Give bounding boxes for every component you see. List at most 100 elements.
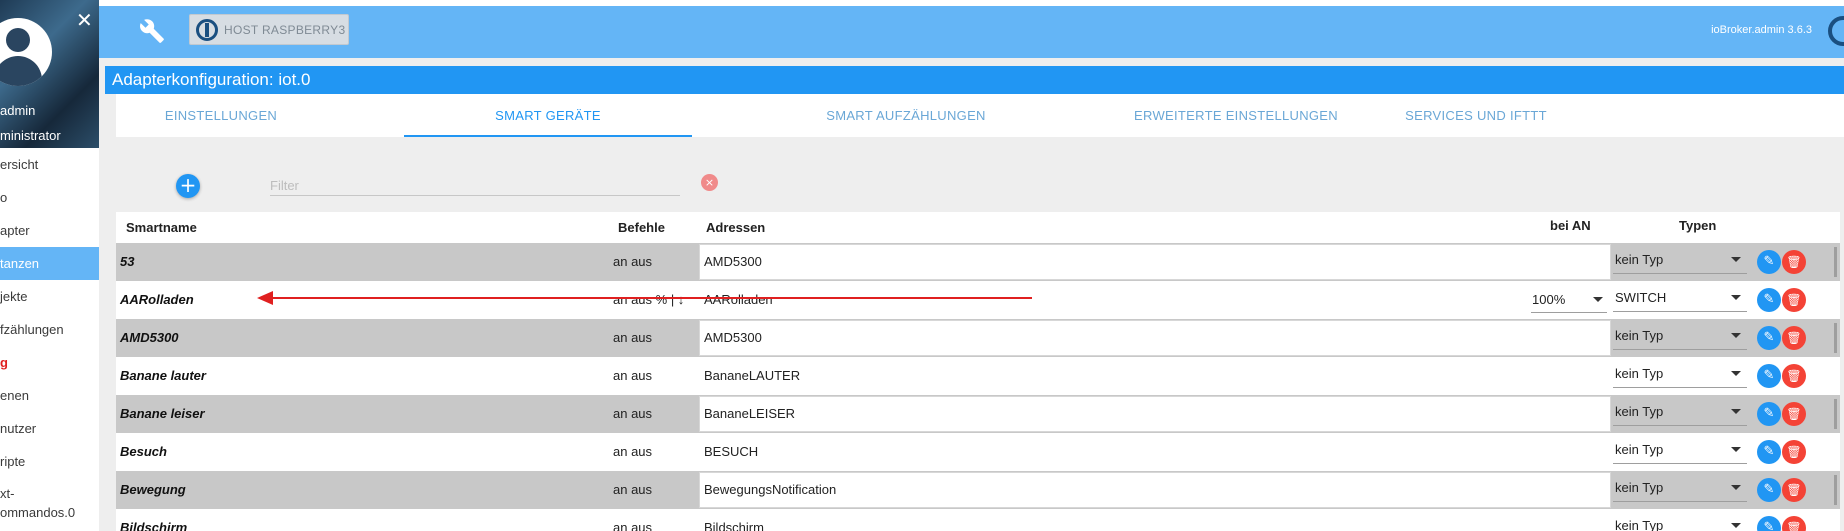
sidebar-item-info[interactable]: o	[0, 181, 99, 214]
address-field[interactable]	[699, 244, 1611, 280]
tab-services-ifttt[interactable]: SERVICES UND IFTTT	[1326, 94, 1626, 137]
sidebar-item-enums[interactable]: fzählungen	[0, 313, 99, 346]
chevron-down-icon	[1593, 297, 1603, 302]
delete-icon[interactable]: 🗑	[1782, 478, 1806, 502]
commands-cell: an aus	[613, 254, 653, 269]
header-bei-an[interactable]: bei AN	[1550, 218, 1591, 233]
delete-icon[interactable]: 🗑	[1782, 288, 1806, 312]
tab-smart-geraete[interactable]: SMART GERÄTE	[404, 94, 692, 137]
type-select[interactable]: kein Typ	[1613, 246, 1747, 274]
sidebar-item-adapters[interactable]: apter	[0, 214, 99, 247]
edit-icon[interactable]: ✎	[1757, 516, 1781, 531]
header-typen[interactable]: Typen	[1679, 218, 1716, 233]
smartname-cell: Banane lauter	[120, 368, 206, 383]
edit-icon[interactable]: ✎	[1757, 440, 1781, 464]
table-row[interactable]: Banane lauter an aus BananeLAUTER kein Typ ✎…	[116, 357, 1840, 395]
header-smartname[interactable]: Smartname	[126, 220, 197, 235]
table-row[interactable]: AMD5300 an aus AMD5300 kein Typ ✎ 🗑	[116, 319, 1840, 357]
delete-icon[interactable]: 🗑	[1782, 250, 1806, 274]
address-field[interactable]	[699, 320, 1611, 356]
tab-einstellungen[interactable]: EINSTELLUNGEN	[136, 94, 306, 137]
sidebar-menu: ersicht o apter tanzen jekte fzählungen …	[0, 148, 99, 528]
edit-icon[interactable]: ✎	[1757, 402, 1781, 426]
delete-icon[interactable]: 🗑	[1782, 440, 1806, 464]
avatar-head	[6, 28, 30, 52]
type-value: SWITCH	[1615, 290, 1667, 305]
type-select[interactable]: kein Typ	[1613, 322, 1747, 350]
filter-input[interactable]	[270, 176, 680, 196]
edit-icon[interactable]: ✎	[1757, 288, 1781, 312]
sidebar-item-overview[interactable]: ersicht	[0, 148, 99, 181]
edit-icon[interactable]: ✎	[1757, 326, 1781, 350]
smartname-cell: Besuch	[120, 444, 167, 459]
on-value: 100%	[1532, 292, 1566, 307]
table-row[interactable]: Bildschirm an aus Bildschirm kein Typ ✎ 🗑	[116, 509, 1840, 531]
address-field[interactable]	[699, 434, 1611, 470]
wrench-icon[interactable]	[139, 18, 165, 44]
close-icon[interactable]: ✕	[76, 10, 93, 30]
sidebar: ✕ admin ministrator ersicht o apter tanz…	[0, 0, 99, 531]
tab-smart-aufzaehlungen[interactable]: SMART AUFZÄHLUNGEN	[756, 94, 1056, 137]
edit-icon[interactable]: ✎	[1757, 250, 1781, 274]
commands-cell: an aus	[613, 330, 653, 345]
address-field[interactable]	[699, 358, 1611, 394]
avatar[interactable]	[0, 18, 52, 86]
sidebar-item-scripts[interactable]: ripte	[0, 445, 99, 478]
sidebar-item-users[interactable]: nutzer	[0, 412, 99, 445]
commands-cell: an aus	[613, 520, 653, 531]
type-select[interactable]: SWITCH	[1613, 284, 1747, 312]
sidebar-item-log[interactable]: g	[0, 346, 99, 379]
chevron-down-icon	[1731, 409, 1741, 414]
row-scroll-edge	[1834, 323, 1837, 353]
smartname-cell: AMD5300	[120, 330, 179, 345]
sidebar-item-text-commands[interactable]: xt- ommandos.0	[0, 478, 99, 528]
clear-filter-button[interactable]: ×	[701, 174, 718, 191]
header-adressen[interactable]: Adressen	[706, 220, 765, 235]
type-select[interactable]: kein Typ	[1613, 436, 1747, 464]
version-label: ioBroker.admin 3.6.3	[1711, 24, 1812, 36]
host-button[interactable]: HOST RASPBERRY3	[189, 14, 349, 45]
type-value: kein Typ	[1615, 252, 1664, 267]
address-cell: BananeLEISER	[704, 406, 796, 421]
commands-cell: an aus	[613, 406, 653, 421]
address-cell: BananeLAUTER	[704, 368, 801, 383]
user-role: ministrator	[0, 128, 61, 143]
delete-icon[interactable]: 🗑	[1782, 326, 1806, 350]
sidebar-item-instances[interactable]: tanzen	[0, 247, 99, 280]
chevron-down-icon	[1731, 485, 1741, 490]
chevron-down-icon	[1731, 295, 1741, 300]
row-scroll-edge	[1834, 399, 1837, 429]
chevron-down-icon	[1731, 447, 1741, 452]
delete-icon[interactable]: 🗑	[1782, 364, 1806, 388]
address-field[interactable]	[699, 396, 1611, 432]
table-row[interactable]: 53 an aus AMD5300 kein Typ ✎ 🗑	[116, 243, 1840, 281]
chevron-down-icon	[1731, 371, 1741, 376]
add-device-button[interactable]: +	[176, 174, 200, 198]
smartname-cell: Bewegung	[120, 482, 186, 497]
sidebar-item-objects[interactable]: jekte	[0, 280, 99, 313]
page-title: Adapterkonfiguration: iot.0	[105, 66, 1844, 94]
type-value: kein Typ	[1615, 404, 1664, 419]
type-select[interactable]: kein Typ	[1613, 474, 1747, 502]
user-name: admin	[0, 103, 36, 118]
edit-icon[interactable]: ✎	[1757, 364, 1781, 388]
delete-icon[interactable]: 🗑	[1782, 516, 1806, 531]
sidebar-item-scenes[interactable]: enen	[0, 379, 99, 412]
table-row[interactable]: Besuch an aus BESUCH kein Typ ✎ 🗑	[116, 433, 1840, 471]
delete-icon[interactable]: 🗑	[1782, 402, 1806, 426]
type-select[interactable]: kein Typ	[1613, 512, 1747, 531]
type-select[interactable]: kein Typ	[1613, 360, 1747, 388]
smartname-cell: 53	[120, 254, 135, 269]
on-value-select[interactable]: 100%	[1531, 285, 1607, 313]
table-header: Smartname Befehle Adressen bei AN Typen	[116, 212, 1840, 243]
type-select[interactable]: kein Typ	[1613, 398, 1747, 426]
table-row[interactable]: Bewegung an aus BewegungsNotification kein …	[116, 471, 1840, 509]
type-value: kein Typ	[1615, 442, 1664, 457]
type-value: kein Typ	[1615, 366, 1664, 381]
table-row[interactable]: Banane leiser an aus BananeLEISER kein Typ ✎…	[116, 395, 1840, 433]
address-cell: AMD5300	[704, 254, 762, 269]
edit-icon[interactable]: ✎	[1757, 478, 1781, 502]
address-field[interactable]	[699, 510, 1611, 531]
type-value: kein Typ	[1615, 480, 1664, 495]
header-befehle[interactable]: Befehle	[618, 220, 665, 235]
